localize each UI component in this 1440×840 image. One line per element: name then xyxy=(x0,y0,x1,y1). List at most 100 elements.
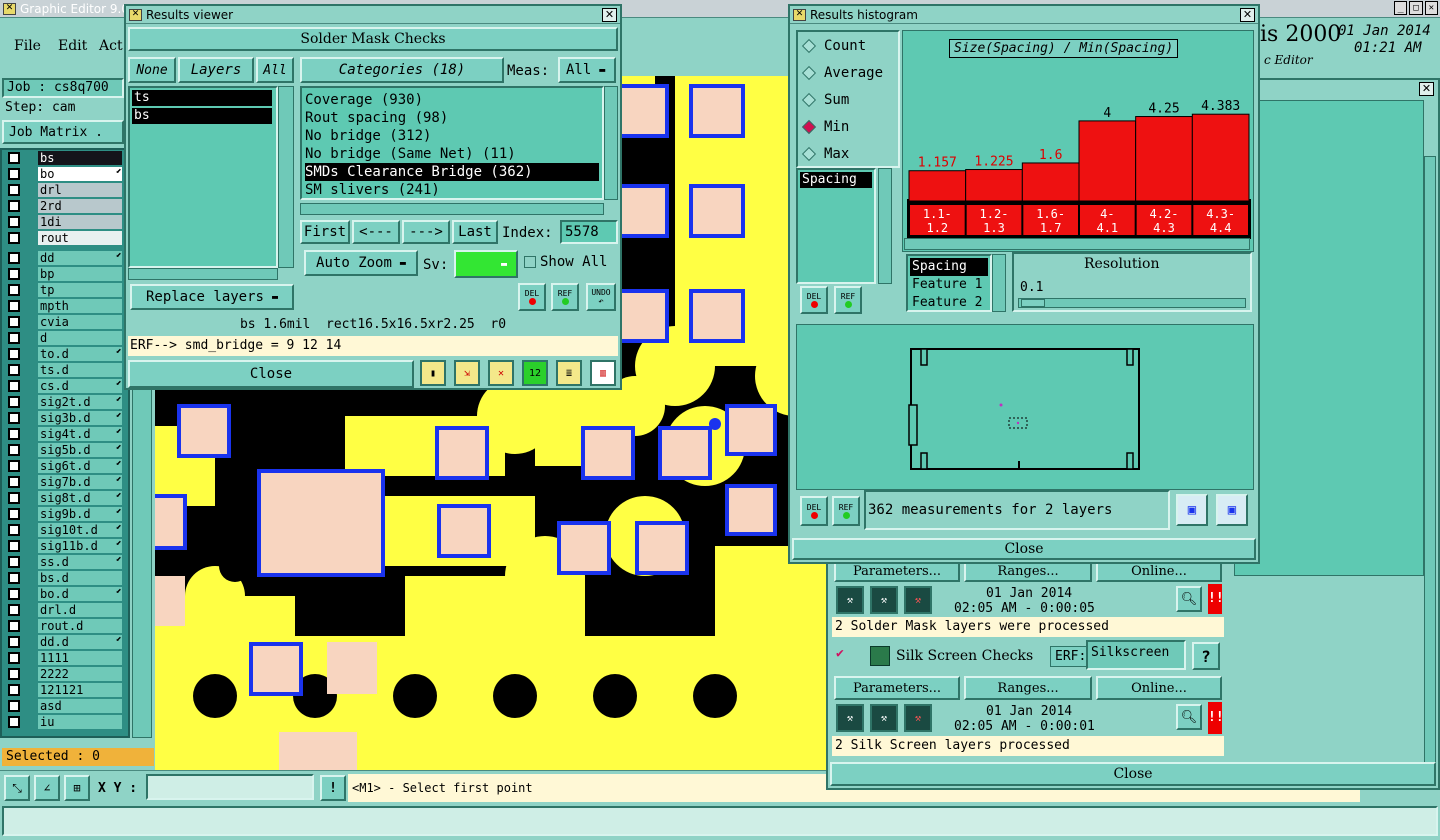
layer-row[interactable]: ss.d ⬋ xyxy=(8,554,122,569)
stop-check-icon[interactable]: ⚒ xyxy=(904,704,932,732)
close-icon[interactable]: ✕ xyxy=(1424,1,1438,15)
mode-radio[interactable]: Min xyxy=(801,119,849,135)
layer-checkbox[interactable] xyxy=(8,411,20,424)
layer-checkbox[interactable] xyxy=(8,347,20,360)
histogram-bar[interactable] xyxy=(965,169,1023,202)
index-input[interactable]: 5578 xyxy=(560,220,618,244)
run-check-icon[interactable]: ⚒ xyxy=(836,586,864,614)
layer-row[interactable]: 1di xyxy=(8,214,122,229)
none-button[interactable]: None xyxy=(128,57,176,83)
histogram-field-item[interactable]: Feature 2 xyxy=(910,294,988,312)
layer-checkbox[interactable] xyxy=(8,459,20,472)
layer-checkbox[interactable] xyxy=(8,395,20,408)
mode-radio[interactable]: Max xyxy=(801,146,849,162)
layer-checkbox[interactable] xyxy=(8,699,20,712)
layer-row[interactable]: bs xyxy=(8,150,122,165)
layer-checkbox[interactable] xyxy=(8,331,20,344)
layer-checkbox[interactable] xyxy=(8,571,20,584)
checks-close-button[interactable]: Close xyxy=(830,762,1436,786)
layer-checkbox[interactable] xyxy=(8,715,20,728)
layer-row[interactable]: drl.d xyxy=(8,602,122,617)
maximize-icon[interactable]: □ xyxy=(1409,1,1423,15)
categories-list[interactable]: Coverage (930) Rout spacing (98) No bridge… xyxy=(300,86,604,200)
checks-scrollbar[interactable] xyxy=(1424,156,1436,776)
layer-checkbox[interactable] xyxy=(8,523,20,536)
ss-zoom-button[interactable]: 🔍︎ xyxy=(1176,704,1202,730)
hist-del-button[interactable]: DEL xyxy=(800,286,828,314)
histogram-icon[interactable]: ▥ xyxy=(590,360,616,386)
preview-del-button[interactable]: DEL xyxy=(800,496,828,526)
field-selected[interactable]: Spacing xyxy=(800,172,872,188)
layer-list-item[interactable]: bs xyxy=(132,108,272,124)
ref-button[interactable]: REF xyxy=(551,283,579,311)
layer-row[interactable]: bo.d ⬋ xyxy=(8,586,122,601)
chart-scrollbar[interactable] xyxy=(904,238,1250,250)
run-check-options-icon[interactable]: ⚒ xyxy=(870,704,898,732)
layer-checkbox[interactable] xyxy=(8,539,20,552)
report-icon[interactable]: ≣ xyxy=(556,360,582,386)
layer-row[interactable]: sig5b.d ⬋ xyxy=(8,442,122,457)
histogram-bar[interactable] xyxy=(1021,162,1080,202)
layer-row[interactable]: sig10t.d ⬋ xyxy=(8,522,122,537)
layer-checkbox[interactable] xyxy=(8,619,20,632)
stop-check-icon[interactable]: ⚒ xyxy=(904,586,932,614)
replace-layers-dropdown[interactable]: Replace layers ▬ xyxy=(130,284,294,310)
numbered-list-icon[interactable]: 12 xyxy=(522,360,548,386)
ss-check-toggle[interactable]: ✔ xyxy=(836,646,852,662)
alert-button[interactable]: ! xyxy=(320,775,346,801)
layer-row[interactable]: 2rd xyxy=(8,198,122,213)
layers-scrollbar-v[interactable] xyxy=(278,86,294,268)
categories-scrollbar-v[interactable] xyxy=(604,86,618,200)
layer-row[interactable]: cs.d ⬋ xyxy=(8,378,122,393)
layer-checkbox[interactable] xyxy=(8,587,20,600)
menu-actions[interactable]: Act xyxy=(99,38,123,54)
import-histogram-button[interactable]: ▣ xyxy=(1216,494,1248,526)
layer-checkbox[interactable] xyxy=(8,555,20,568)
layer-checkbox[interactable] xyxy=(8,231,20,244)
layer-row[interactable]: bp xyxy=(8,266,122,281)
close-icon[interactable]: ✕ xyxy=(1240,8,1255,22)
layer-row[interactable]: sig6t.d ⬋ xyxy=(8,458,122,473)
meas-dropdown[interactable]: All ▬ xyxy=(558,57,616,83)
layer-list-item[interactable]: ts xyxy=(132,90,272,106)
layer-row[interactable]: bo ⬋ xyxy=(8,166,122,181)
field-list[interactable]: Spacing xyxy=(796,168,876,284)
erf-disabled-icon[interactable]: ✕ xyxy=(488,360,514,386)
layer-row[interactable]: ts.d xyxy=(8,362,122,377)
sv-color-dropdown[interactable]: ▬ xyxy=(454,250,518,278)
layer-row[interactable]: tp xyxy=(8,282,122,297)
histogram-field-list[interactable]: Spacing Feature 1 Feature 2 xyxy=(906,254,992,312)
layers-button[interactable]: Layers xyxy=(178,57,254,83)
del-button[interactable]: DEL xyxy=(518,283,546,311)
auto-zoom-dropdown[interactable]: Auto Zoom ▬ xyxy=(304,250,418,276)
layer-row[interactable]: drl xyxy=(8,182,122,197)
layer-row[interactable]: rout.d xyxy=(8,618,122,633)
layer-checkbox[interactable] xyxy=(8,251,20,264)
layer-row[interactable]: iu xyxy=(8,714,122,729)
layer-checkbox[interactable] xyxy=(8,183,20,196)
command-line[interactable] xyxy=(2,806,1438,836)
mode-radio[interactable]: Average xyxy=(801,65,883,81)
layer-checkbox[interactable] xyxy=(8,315,20,328)
category-item[interactable]: Rout spacing (98) xyxy=(305,109,599,127)
xy-input[interactable] xyxy=(146,774,314,800)
zoom-fit-icon[interactable]: ⤡ xyxy=(4,775,30,801)
layer-row[interactable]: 121121 xyxy=(8,682,122,697)
layers-list[interactable]: ts bs xyxy=(128,86,278,268)
category-item[interactable]: Coverage (930) xyxy=(305,91,599,109)
results-close-button[interactable]: Close xyxy=(128,360,414,388)
help-button[interactable]: ? xyxy=(1192,642,1220,670)
job-matrix-button[interactable]: Job Matrix . xyxy=(2,120,124,144)
ss-online-button[interactable]: Online... xyxy=(1096,676,1222,700)
layer-checkbox[interactable] xyxy=(8,667,20,680)
run-check-icon[interactable]: ⚒ xyxy=(836,704,864,732)
layer-checkbox[interactable] xyxy=(8,379,20,392)
layer-row[interactable]: cvia xyxy=(8,314,122,329)
layer-checkbox[interactable] xyxy=(8,603,20,616)
prev-button[interactable]: <--- xyxy=(352,220,400,244)
layer-row[interactable]: asd xyxy=(8,698,122,713)
histogram-bar[interactable] xyxy=(1078,120,1137,202)
first-button[interactable]: First xyxy=(300,220,350,244)
category-item[interactable]: SMDs Clearance Bridge (362) xyxy=(305,163,599,181)
minimize-icon[interactable]: _ xyxy=(1394,1,1408,15)
